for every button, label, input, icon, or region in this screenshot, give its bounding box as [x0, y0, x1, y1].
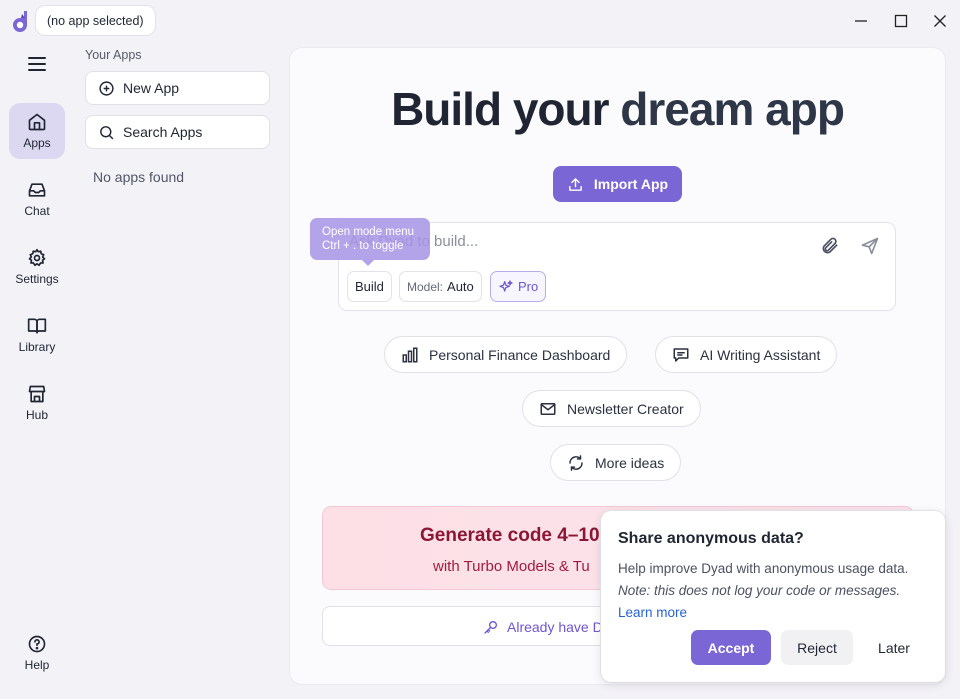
idea-personal-finance-dashboard[interactable]: Personal Finance Dashboard [384, 336, 628, 373]
nav-settings-label: Settings [15, 272, 59, 286]
nav-chat-label: Chat [24, 204, 50, 218]
empty-apps-message: No apps found [93, 169, 185, 185]
store-icon [28, 385, 46, 403]
book-icon [27, 318, 47, 334]
mode-chip[interactable]: Build [347, 271, 392, 302]
key-icon [484, 621, 497, 634]
model-value: Auto [447, 279, 474, 294]
later-button[interactable]: Later [863, 630, 925, 665]
search-apps-label: Search Apps [123, 124, 203, 140]
mail-icon [540, 402, 556, 415]
dyad-logo-icon [13, 11, 27, 32]
nav-chat[interactable]: Chat [9, 171, 65, 227]
maximize-button[interactable] [888, 8, 914, 34]
apps-sidebar: Your Apps New App Search Apps No apps fo… [74, 42, 286, 699]
more-ideas-button[interactable]: More ideas [550, 444, 682, 481]
nav-hub[interactable]: Hub [9, 375, 65, 431]
nav-rail: Apps Chat Settings Library Hub Help [0, 42, 74, 699]
hamburger-menu-icon[interactable] [25, 54, 49, 74]
consent-title: Share anonymous data? [618, 530, 804, 547]
paperclip-icon[interactable] [820, 236, 840, 256]
home-icon [28, 113, 46, 131]
refresh-icon [569, 454, 583, 471]
api-key-label: Already have D [507, 619, 603, 635]
idea-label: Personal Finance Dashboard [429, 346, 611, 363]
nav-help[interactable]: Help [9, 625, 65, 681]
send-icon[interactable] [860, 236, 880, 256]
new-app-button[interactable]: New App [85, 71, 270, 105]
import-app-button[interactable]: Import App [553, 166, 682, 202]
message-icon [673, 347, 689, 362]
nav-help-label: Help [24, 658, 50, 672]
pro-chip-label: Pro [518, 279, 539, 294]
nav-library[interactable]: Library [9, 307, 65, 363]
model-selector[interactable]: Model: Auto [399, 271, 482, 302]
nav-apps-label: Apps [23, 136, 51, 150]
close-button[interactable] [927, 8, 953, 34]
consent-message: Help improve Dyad with anonymous usage d… [618, 561, 909, 576]
sidebar-heading: Your Apps [85, 48, 142, 62]
api-key-text: Already have D [483, 619, 603, 635]
accept-button[interactable]: Accept [691, 630, 771, 665]
nav-hub-label: Hub [25, 408, 48, 422]
reject-button[interactable]: Reject [781, 630, 853, 665]
mode-chip-label: Build [355, 279, 384, 294]
title-bar: (no app selected) [0, 0, 960, 42]
minimize-icon [855, 20, 867, 22]
nav-library-label: Library [18, 340, 56, 354]
help-icon [28, 635, 46, 653]
idea-label: More ideas [595, 454, 665, 471]
close-icon [934, 15, 946, 27]
minimize-button[interactable] [848, 8, 874, 34]
hero-title-part2: dream app [620, 83, 845, 135]
new-app-label: New App [123, 80, 180, 96]
promo-title: Generate code 4–10 [420, 525, 600, 546]
pro-chip[interactable]: Pro [490, 271, 547, 302]
upload-icon [569, 177, 582, 191]
import-app-label: Import App [593, 176, 669, 192]
nav-settings[interactable]: Settings [9, 239, 65, 295]
idea-newsletter-creator[interactable]: Newsletter Creator [522, 390, 701, 427]
bar-chart-icon [402, 347, 418, 362]
nav-apps[interactable]: Apps [9, 103, 65, 159]
maximize-icon [894, 14, 908, 28]
plus-circle-icon [99, 80, 114, 96]
mode-menu-tooltip: Open mode menu Ctrl + . to toggle [310, 218, 430, 266]
idea-label: Newsletter Creator [567, 400, 684, 417]
telemetry-consent-dialog: Share anonymous data? Help improve Dyad … [601, 511, 945, 682]
search-icon [100, 125, 114, 139]
app-selector-label: (no app selected) [47, 13, 144, 28]
hero-title-part1: Build your [391, 83, 621, 135]
hero-title: Build your dream app [290, 82, 945, 136]
tooltip-line-1: Open mode menu [322, 226, 415, 238]
search-apps-button[interactable]: Search Apps [85, 115, 270, 149]
idea-ai-writing-assistant[interactable]: AI Writing Assistant [655, 336, 838, 373]
gear-icon [28, 248, 46, 267]
consent-note: Note: this does not log your code or mes… [618, 583, 901, 598]
sparkles-icon [499, 279, 513, 292]
tooltip-line-2: Ctrl + . to toggle [322, 240, 404, 252]
learn-more-link[interactable]: Learn more [618, 602, 938, 624]
app-selector[interactable]: (no app selected) [36, 6, 155, 35]
model-label: Model: [407, 279, 444, 294]
promo-subtitle: with Turbo Models & Tu [433, 558, 590, 575]
inbox-icon [28, 183, 46, 197]
idea-label: AI Writing Assistant [700, 346, 821, 363]
consent-body: Help improve Dyad with anonymous usage d… [618, 558, 938, 624]
